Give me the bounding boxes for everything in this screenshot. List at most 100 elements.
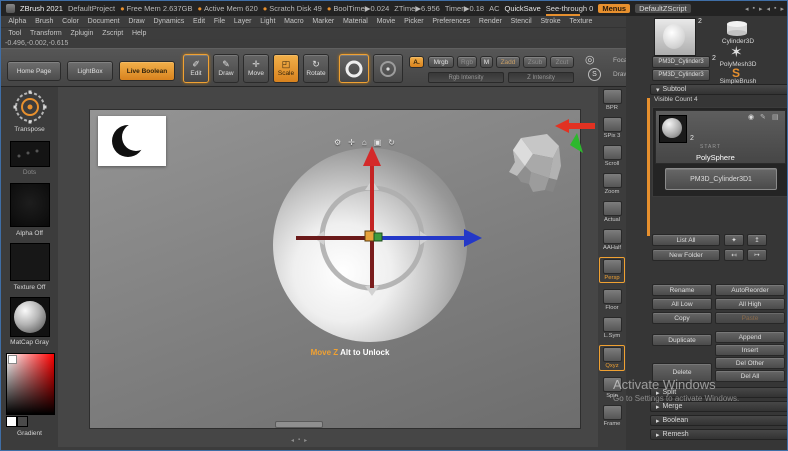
menu-zscript[interactable]: Zscript [98, 30, 128, 37]
scale-mode-button[interactable]: ◰ Scale [273, 54, 299, 83]
menu-movie[interactable]: Movie [372, 18, 399, 25]
subtool-eye-icon[interactable]: ◉ [748, 113, 754, 121]
see-through-slider[interactable]: See-through 0 [545, 4, 593, 16]
lsym-button[interactable]: L.Sym [599, 317, 625, 339]
actual-button[interactable]: Actual [599, 201, 625, 223]
nav-center-icon[interactable]: ▪ [298, 437, 300, 444]
cylinder3d-icon[interactable] [726, 21, 748, 37]
del-all-button[interactable]: Del All [715, 370, 785, 382]
gizmo-pin-icon[interactable]: ✛ [348, 138, 355, 147]
menu-dynamics[interactable]: Dynamics [149, 18, 189, 25]
all-low-button[interactable]: All Low [652, 298, 712, 310]
insert-button[interactable]: Insert [715, 344, 785, 356]
current-tool-thumbnail[interactable] [654, 18, 696, 56]
menu-document[interactable]: Document [83, 18, 124, 25]
color-picker[interactable] [6, 353, 55, 415]
alpha-selector[interactable] [10, 183, 50, 227]
list-all-button[interactable]: List All [652, 234, 720, 246]
menu-transform[interactable]: Transform [26, 30, 66, 37]
new-folder-button[interactable]: New Folder [652, 249, 720, 261]
scroll-button[interactable]: Scroll [599, 145, 625, 167]
menu-stroke[interactable]: Stroke [536, 18, 565, 25]
zscript-rewind-icon[interactable]: ◂ [766, 5, 770, 13]
move-mode-button[interactable]: ✛ Move [243, 54, 269, 83]
copy-button[interactable]: Copy [652, 312, 712, 324]
menus-toggle-button[interactable]: Menus [598, 4, 631, 13]
zadd-button[interactable]: Zadd [496, 56, 520, 68]
select-up-button[interactable]: ✦ [724, 234, 744, 246]
autoreorder-button[interactable]: AutoReorder [715, 284, 785, 296]
zcut-button[interactable]: Zcut [550, 56, 574, 68]
nav-right-icon[interactable]: ▸ [304, 437, 307, 444]
edit-mode-button[interactable]: ✐ Edit [183, 54, 209, 83]
material-selector[interactable] [10, 297, 50, 337]
split-section-header[interactable]: ▸ Split [650, 387, 787, 398]
move-in-button[interactable]: ↦ [747, 249, 767, 261]
delete-button[interactable]: Delete [652, 363, 712, 382]
menu-stencil[interactable]: Stencil [506, 18, 536, 25]
draw-size-dial-icon[interactable]: S [588, 68, 601, 81]
alt-color-swatch[interactable] [17, 416, 28, 427]
document-canvas[interactable]: ⚙ ✛ ⌂ ▣ ↻ Move Z Alt to Unlock [89, 109, 581, 429]
subtool-thumbnail[interactable] [659, 115, 687, 143]
menu-preferences[interactable]: Preferences [428, 18, 475, 25]
floor-button[interactable]: Floor [599, 289, 625, 311]
live-boolean-button[interactable]: Live Boolean [119, 61, 175, 81]
menu-brush[interactable]: Brush [31, 18, 58, 25]
zscript-stop-icon[interactable]: ▪ [752, 5, 754, 13]
menu-material[interactable]: Material [339, 18, 373, 25]
palette-scrollbar[interactable] [647, 98, 650, 236]
mrgb-button[interactable]: Mrgb [428, 56, 454, 68]
remesh-section-header[interactable]: ▸ Remesh [650, 429, 787, 440]
gizmo-settings-icon[interactable]: ⚙ [334, 138, 341, 147]
main-color-swatch[interactable] [6, 416, 17, 427]
qxyz-button[interactable]: Qxyz [599, 345, 625, 371]
gizmo-reset-icon[interactable]: ↻ [388, 138, 395, 147]
lightbox-button[interactable]: LightBox [67, 61, 113, 81]
menu-layer[interactable]: Layer [230, 18, 256, 25]
menu-macro[interactable]: Macro [280, 18, 308, 25]
nav-left-icon[interactable]: ◂ [291, 437, 294, 444]
menu-light[interactable]: Light [256, 18, 280, 25]
spin-button[interactable]: Spin [599, 377, 625, 399]
quicksave-button[interactable]: QuickSave [505, 4, 541, 13]
draw-mode-button[interactable]: ✎ Draw [213, 54, 239, 83]
subtool-options-icon[interactable]: ▤ [772, 113, 779, 121]
zsub-button[interactable]: Zsub [523, 56, 547, 68]
menu-file[interactable]: File [209, 18, 229, 25]
rgb-intensity-slider[interactable]: Rgb Intensity [428, 72, 504, 83]
m-button[interactable]: M [480, 56, 493, 68]
menu-edit[interactable]: Edit [189, 18, 210, 25]
canvas-scrollbar-handle[interactable] [275, 421, 323, 428]
merge-section-header[interactable]: ▸ Merge [650, 401, 787, 412]
all-high-button[interactable]: All High [715, 298, 785, 310]
spix-slider[interactable]: SPix 3 [599, 117, 625, 139]
rotate-mode-button[interactable]: ↻ Rotate [303, 54, 329, 83]
menu-picker[interactable]: Picker [400, 18, 428, 25]
aahalf-button[interactable]: AAHalf [599, 229, 625, 251]
z-intensity-slider[interactable]: Z Intensity [508, 72, 574, 83]
menu-tool[interactable]: Tool [4, 30, 26, 37]
subtool-paint-icon[interactable]: ✎ [760, 113, 766, 121]
transpose-icon[interactable] [13, 90, 47, 124]
paint-alpha-badge[interactable]: A. [409, 56, 424, 68]
menu-color[interactable]: Color [58, 18, 84, 25]
focal-shift-dial-icon[interactable]: ◎ [585, 53, 595, 66]
zscript-play-icon[interactable]: ▸ [759, 5, 763, 13]
paste-button[interactable]: Paste [715, 312, 785, 324]
menu-alpha[interactable]: Alpha [4, 18, 31, 25]
menu-render[interactable]: Render [475, 18, 507, 25]
zoom-button[interactable]: Zoom [599, 173, 625, 195]
menu-texture[interactable]: Texture [565, 18, 597, 25]
stroke-preview-button[interactable] [373, 54, 403, 83]
stroke-selector[interactable] [10, 141, 50, 167]
del-other-button[interactable]: Del Other [715, 357, 785, 369]
zscript-prev-icon[interactable]: ◂ [745, 5, 749, 13]
boolean-section-header[interactable]: ▸ Boolean [650, 415, 787, 426]
recent-tool-2[interactable]: PM3D_Cylinder3 [652, 69, 710, 81]
duplicate-button[interactable]: Duplicate [652, 334, 712, 346]
subtool-item-selected[interactable]: ◉ ✎ ▤ 2 START PolySphere [655, 110, 786, 164]
menu-draw[interactable]: Draw [124, 18, 149, 25]
gizmo-lock-icon[interactable]: ▣ [374, 138, 382, 147]
zscript-pause-icon[interactable]: ▪ [774, 5, 776, 13]
